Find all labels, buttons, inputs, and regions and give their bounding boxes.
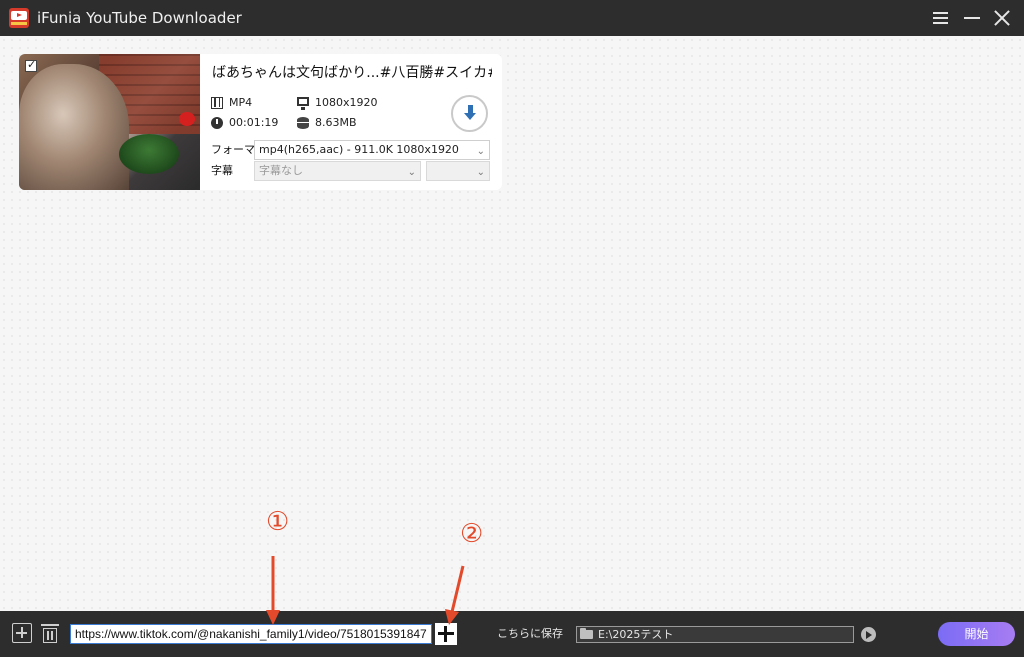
subtitle-select-value: 字幕なし	[259, 164, 303, 177]
trash-icon[interactable]	[41, 623, 59, 644]
add-icon[interactable]	[12, 623, 32, 643]
video-size: 8.63MB	[315, 116, 357, 129]
chevron-down-icon: ⌄	[476, 167, 485, 178]
app-logo-icon	[9, 8, 29, 28]
minimize-icon[interactable]	[962, 8, 982, 28]
add-url-button[interactable]	[435, 623, 457, 645]
video-duration: 00:01:19	[229, 116, 279, 129]
annotation-marker-1: ①	[266, 507, 290, 537]
subtitle-select[interactable]: 字幕なし ⌄	[254, 161, 421, 181]
film-icon	[211, 97, 223, 109]
download-button[interactable]	[451, 95, 488, 132]
subtitle-label: 字幕	[211, 164, 233, 177]
format-select[interactable]: mp4(h265,aac) - 911.0K 1080x1920 ⌄	[254, 140, 490, 160]
open-folder-arrow-icon[interactable]	[861, 627, 876, 642]
app-title: iFunia YouTube Downloader	[37, 9, 242, 27]
folder-icon	[580, 628, 593, 639]
clock-icon	[211, 117, 223, 129]
chevron-down-icon: ⌄	[476, 146, 485, 157]
monitor-icon	[297, 97, 309, 110]
start-button[interactable]: 開始	[938, 622, 1015, 646]
save-path-field[interactable]: E:\2025テスト	[576, 626, 854, 643]
subtitle-language-select[interactable]: ⌄	[426, 161, 490, 181]
save-location-label: こちらに保存	[497, 627, 563, 640]
annotation-marker-2: ②	[460, 519, 484, 549]
format-label: フォーマ	[211, 143, 255, 156]
hamburger-menu-icon[interactable]	[931, 8, 951, 28]
storage-icon	[297, 117, 309, 129]
chevron-down-icon: ⌄	[407, 167, 416, 178]
title-bar: iFunia YouTube Downloader	[0, 0, 1024, 36]
video-thumbnail	[19, 54, 200, 190]
url-input[interactable]	[70, 624, 432, 644]
select-checkbox[interactable]	[25, 58, 37, 72]
video-title: ばあちゃんは文句ばかり...#八百勝#スイカ#果物	[212, 65, 492, 81]
video-format: MP4	[229, 96, 253, 109]
save-path-value: E:\2025テスト	[598, 628, 674, 641]
close-icon[interactable]	[992, 8, 1012, 28]
video-resolution: 1080x1920	[315, 96, 378, 109]
format-select-value: mp4(h265,aac) - 911.0K 1080x1920	[259, 143, 459, 156]
